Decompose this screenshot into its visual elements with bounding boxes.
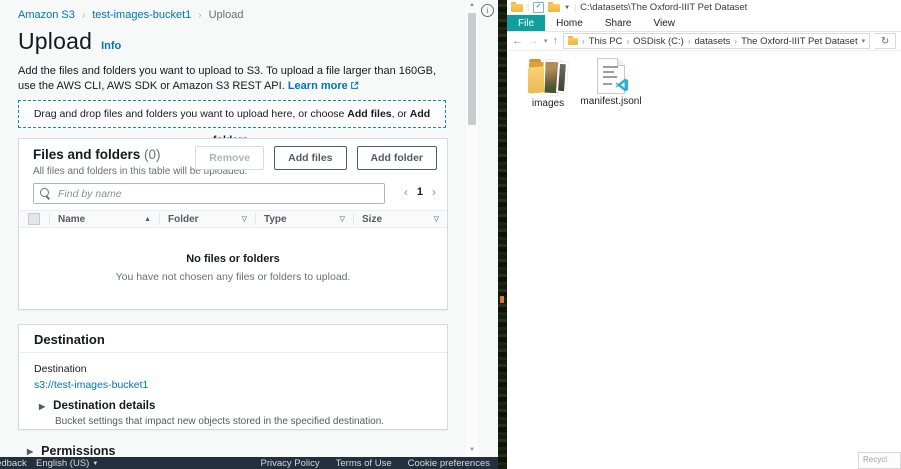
scroll-down-arrow[interactable]: ▼ [466,447,478,453]
item-label: images [519,98,577,109]
folder-icon [568,38,578,45]
dropzone[interactable]: Drag and drop files and folders you want… [18,100,446,128]
feedback-link[interactable]: Feedback [0,458,27,469]
intro-text: Add the files and folders you want to up… [18,64,447,95]
info-link[interactable]: Info [101,40,121,52]
empty-state-title: No files or folders [19,253,447,265]
vscode-icon [615,78,629,92]
up-button[interactable]: ↑ [553,36,559,47]
images-folder-icon [526,58,570,96]
search-input[interactable] [33,183,385,204]
files-panel: Files and folders (0) All files and fold… [18,138,448,310]
cookie-preferences-link[interactable]: Cookie preferences [408,458,490,469]
wallpaper-detail [500,296,504,303]
remove-button[interactable]: Remove [195,146,264,170]
crumb-osdisk[interactable]: OSDisk (C:) [633,36,684,47]
filter-icon: ▽ [340,215,345,223]
destination-panel: Destination Destination s3://test-images… [18,324,448,430]
breadcrumb-amazon-s3[interactable]: Amazon S3 [18,9,75,21]
filter-icon: ▽ [242,215,247,223]
filter-icon: ▽ [434,215,439,223]
explorer-title-bar: | ✓ ▼ | C:\datasets\The Oxford-IIIT Pet … [507,0,901,15]
refresh-button[interactable]: ↻ [875,33,896,49]
screen: Amazon S3 › test-images-bucket1 › Upload… [0,0,901,469]
breadcrumb: Amazon S3 › test-images-bucket1 › Upload [18,9,243,21]
prev-page-button[interactable]: ‹ [404,185,408,199]
back-button[interactable]: ← [512,36,523,47]
files-count: (0) [144,147,161,162]
recycle-bin-fragment[interactable]: Recycl [858,452,901,469]
dropzone-add-files: Add files [347,108,391,120]
learn-more-link[interactable]: Learn more [288,80,348,92]
destination-label: Destination [34,363,87,375]
column-name[interactable]: Name ▲ [49,213,159,225]
column-type[interactable]: Type ▽ [255,213,353,225]
breadcrumb-separator: › [198,10,201,21]
page-title: Upload [18,28,92,55]
window-title: C:\datasets\The Oxford-IIIT Pet Dataset [580,2,747,13]
ribbon-tabs: File Home Share View [507,15,901,32]
item-label: manifest.jsonl [579,96,643,107]
crumb-current-folder[interactable]: The Oxford-IIIT Pet Dataset [741,36,858,47]
breadcrumb-bucket[interactable]: test-images-bucket1 [92,9,191,21]
page-number[interactable]: 1 [417,186,423,198]
select-all-checkbox[interactable] [28,213,40,225]
search-icon [40,188,49,197]
tab-file[interactable]: File [507,15,545,31]
customize-toolbar-icon[interactable]: ▼ [564,5,570,11]
crumb-this-pc[interactable]: This PC [589,36,623,47]
crumb-datasets[interactable]: datasets [695,36,731,47]
scroll-up-arrow[interactable]: ▲ [466,2,478,8]
column-size[interactable]: Size ▽ [353,213,447,225]
list-item[interactable]: images [519,58,577,109]
breadcrumb-current: Upload [209,9,244,21]
properties-quick-access-icon[interactable]: ✓ [533,2,544,13]
breadcrumb-separator: › [82,10,85,21]
empty-state-subtitle: You have not chosen any files or folders… [19,271,447,283]
tab-share[interactable]: Share [594,15,643,31]
scrollbar-thumb[interactable] [468,13,476,125]
files-panel-title: Files and folders (0) [33,147,161,162]
address-bar: ← → ▾ ↑ › This PC › OSDisk (C:) › datase… [507,32,901,51]
destination-bucket-link[interactable]: s3://test-images-bucket1 [34,379,148,391]
terms-of-use-link[interactable]: Terms of Use [336,458,392,469]
address-path[interactable]: › This PC › OSDisk (C:) › datasets › The… [563,33,870,49]
language-selector[interactable]: English (US)▼ [36,458,98,469]
permissions-section-toggle[interactable]: ▶ Permissions [27,444,116,458]
pagination: ‹ 1 › [404,185,436,199]
destination-details-note: Bucket settings that impact new objects … [55,416,384,427]
info-circle-icon[interactable]: i [481,4,494,17]
desktop-wallpaper-strip [498,0,507,469]
caret-down-icon: ▼ [92,461,98,467]
destination-details-toggle[interactable]: ▶ Destination details [39,400,155,412]
recent-locations-icon[interactable]: ▾ [544,38,548,45]
jsonl-file-icon [597,58,625,94]
privacy-policy-link[interactable]: Privacy Policy [261,458,320,469]
tab-view[interactable]: View [643,15,687,31]
new-folder-quick-access-icon[interactable] [548,4,560,12]
tab-home[interactable]: Home [545,15,594,31]
file-list-area[interactable]: images manifest.jsonl Recycl [507,51,901,469]
external-link-icon [350,80,359,95]
list-item[interactable]: manifest.jsonl [579,58,643,107]
table-header: Name ▲ Folder ▽ Type ▽ Size ▽ [19,210,447,228]
expand-arrow-icon: ▶ [27,447,33,456]
next-page-button[interactable]: › [432,185,436,199]
address-dropdown-icon[interactable]: ▾ [862,37,866,45]
expand-arrow-icon: ▶ [39,402,45,411]
sort-asc-icon: ▲ [144,216,151,223]
forward-button[interactable]: → [528,36,539,47]
column-folder[interactable]: Folder ▽ [159,213,255,225]
folder-icon [511,4,523,12]
s3-console-pane: Amazon S3 › test-images-bucket1 › Upload… [0,0,498,469]
destination-panel-title: Destination [34,332,105,347]
console-footer: Feedback English (US)▼ Privacy Policy Te… [0,457,498,469]
scrollbar[interactable]: ▲ ▼ [466,0,478,457]
file-explorer-window: | ✓ ▼ | C:\datasets\The Oxford-IIIT Pet … [507,0,901,469]
add-files-button[interactable]: Add files [274,146,346,170]
add-folder-button[interactable]: Add folder [357,146,438,170]
